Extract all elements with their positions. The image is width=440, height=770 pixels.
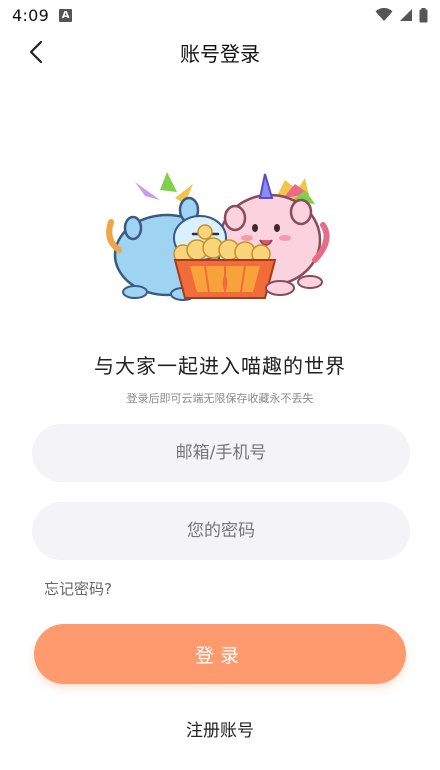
- header: 账号登录: [0, 30, 440, 74]
- login-button[interactable]: 登录: [34, 624, 406, 684]
- back-button[interactable]: [20, 36, 52, 68]
- mascot-illustration: [105, 170, 335, 310]
- battery-icon: [419, 7, 428, 22]
- a-icon: A: [59, 8, 73, 22]
- forgot-password-link[interactable]: 忘记密码?: [44, 578, 112, 599]
- subslogan: 登录后即可云端无限保存收藏永不丢失: [126, 392, 314, 405]
- wifi-icon: [375, 8, 393, 21]
- register-link[interactable]: 注册账号: [0, 716, 440, 741]
- slogan: 与大家一起进入喵趣的世界: [94, 354, 346, 378]
- email-field[interactable]: [32, 424, 410, 482]
- chevron-left-icon: [29, 40, 43, 64]
- password-field[interactable]: [32, 502, 410, 560]
- password-field-wrapper: [32, 502, 410, 560]
- status-bar: 4:09 A: [0, 0, 440, 30]
- signal-icon: [400, 9, 412, 21]
- page-title: 账号登录: [180, 41, 260, 66]
- login-screen: 4:09 A 账号登录 与大家一起进入喵趣的世界 登录后即可云端无限保存收藏永不…: [0, 0, 440, 770]
- status-time: 4:09: [12, 5, 50, 25]
- status-icons: [375, 7, 428, 23]
- email-field-wrapper: [32, 424, 410, 482]
